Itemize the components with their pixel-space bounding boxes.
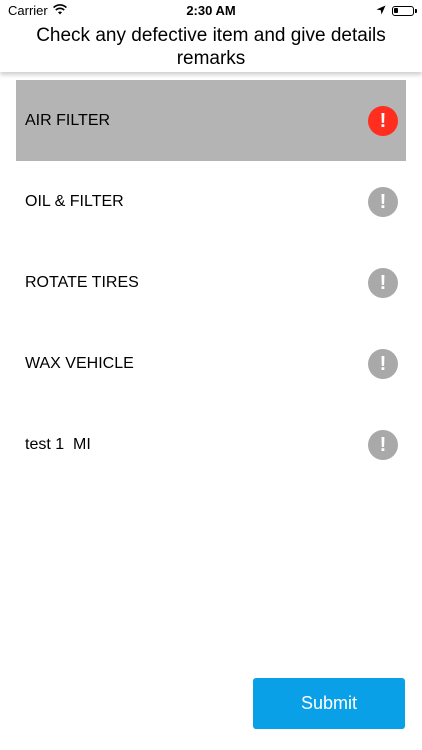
checklist: AIR FILTER! OIL & FILTER! ROTATE TIRES! WAX… xyxy=(16,80,406,485)
checklist-item-label: OIL & FILTER xyxy=(25,192,124,210)
battery-icon xyxy=(392,5,417,16)
status-bar: Carrier 2:30 AM xyxy=(0,0,422,22)
status-right xyxy=(376,3,417,18)
checklist-item[interactable]: test 1 MI! xyxy=(16,404,406,485)
battery-level xyxy=(394,7,398,13)
location-arrow-icon xyxy=(376,3,386,18)
exclamation-icon[interactable]: ! xyxy=(368,429,398,460)
checklist-item-label: test 1 MI xyxy=(25,435,91,453)
checklist-item-label: WAX VEHICLE xyxy=(25,354,134,372)
checklist-item[interactable]: AIR FILTER! xyxy=(16,80,406,161)
status-time: 2:30 AM xyxy=(186,3,236,18)
checklist-item-label: ROTATE TIRES xyxy=(25,273,139,291)
checklist-item[interactable]: ROTATE TIRES! xyxy=(16,242,406,323)
page-header: Check any defective item and give detail… xyxy=(0,22,422,72)
submit-button[interactable]: Submit xyxy=(253,678,405,729)
exclamation-icon[interactable]: ! xyxy=(368,348,398,379)
checklist-item-label: AIR FILTER xyxy=(25,111,111,129)
checklist-item[interactable]: OIL & FILTER! xyxy=(16,161,406,242)
checklist-item[interactable]: WAX VEHICLE! xyxy=(16,323,406,404)
exclamation-icon[interactable]: ! xyxy=(368,186,398,217)
page-title: Check any defective item and give detail… xyxy=(36,25,386,69)
exclamation-icon[interactable]: ! xyxy=(368,105,398,136)
exclamation-icon[interactable]: ! xyxy=(368,267,398,298)
